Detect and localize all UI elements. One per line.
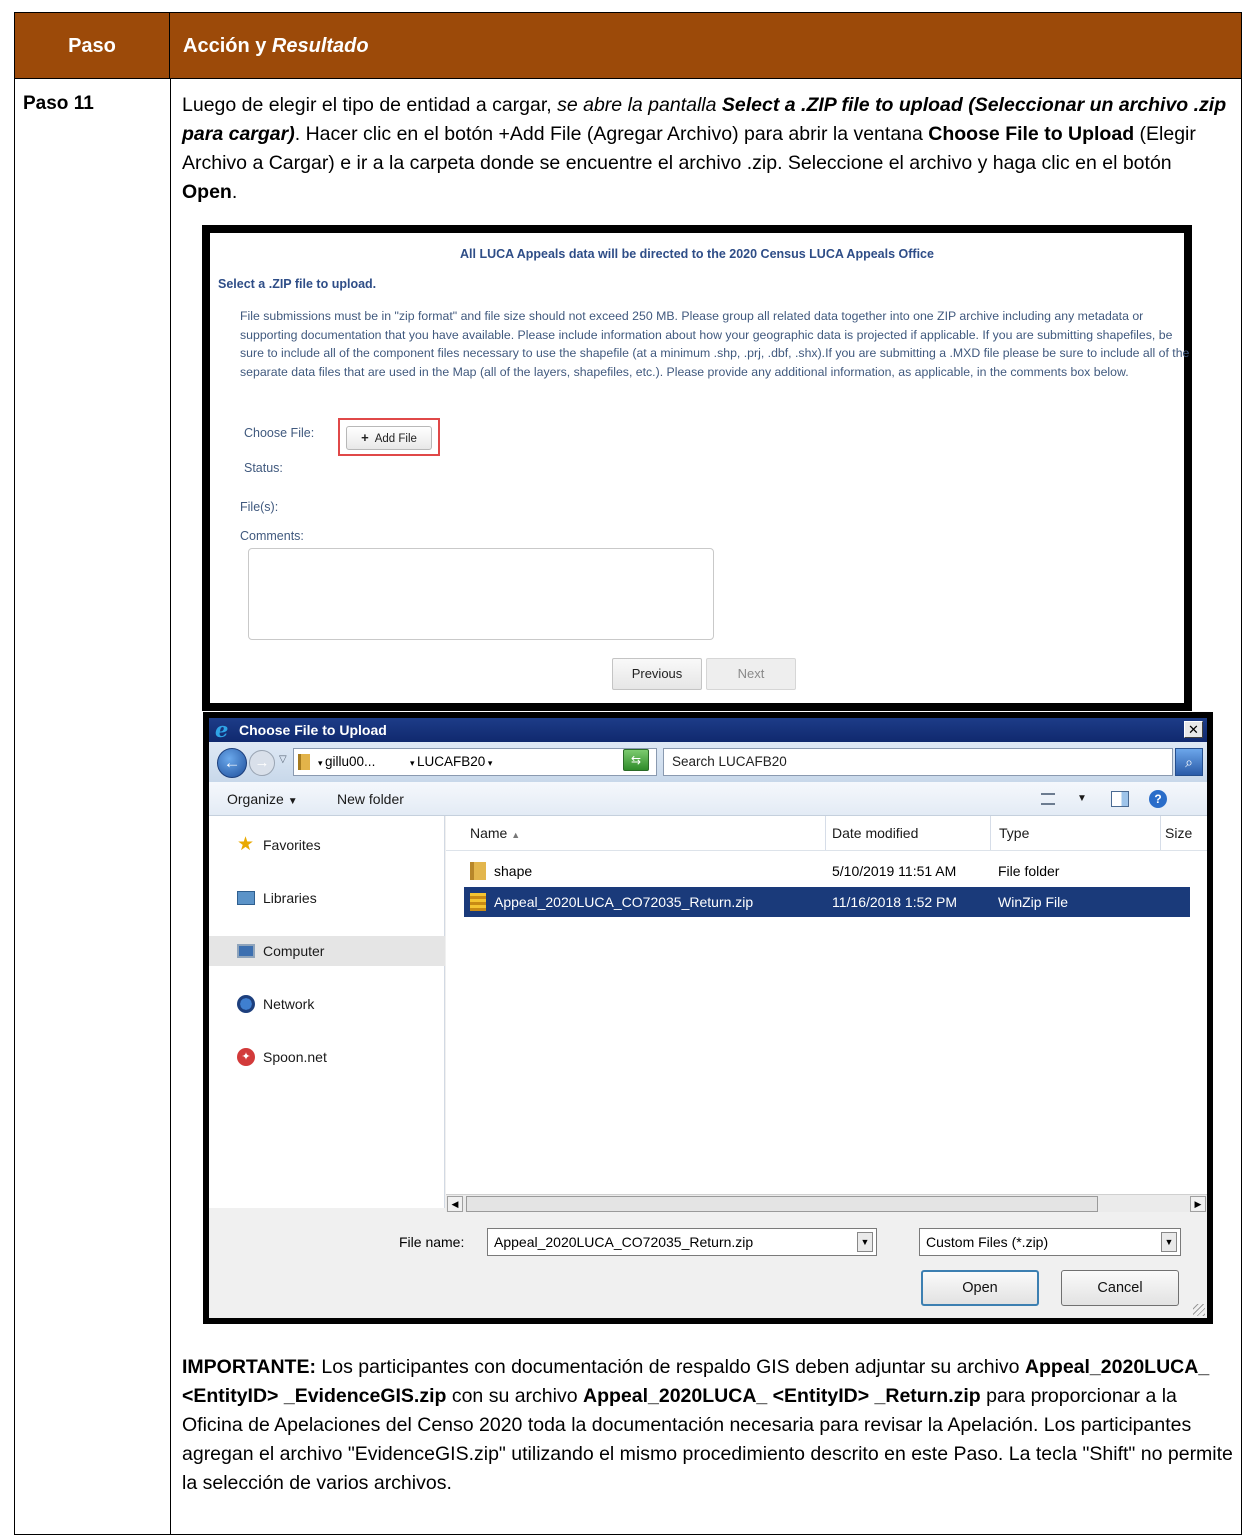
preview-pane-icon[interactable] <box>1111 791 1129 807</box>
new-folder-button[interactable]: New folder <box>337 782 404 816</box>
plus-icon: + <box>361 430 369 445</box>
table-row[interactable]: Appeal_2020LUCA_CO72035_Return.zip 11/16… <box>464 887 1190 917</box>
file-type-select[interactable]: Custom Files (*.zip) ▼ <box>919 1228 1181 1256</box>
file-name-label: File name: <box>399 1234 465 1250</box>
star-icon: ★ <box>237 834 255 855</box>
table-row[interactable]: shape 5/10/2019 11:51 AM File folder <box>464 856 1190 886</box>
header-divider <box>446 850 1207 851</box>
scroll-right-icon[interactable]: ▶ <box>1190 1196 1206 1212</box>
breadcrumb[interactable]: ▾ gillu00... ▾ LUCAFB20 ▾ <box>293 748 657 776</box>
choose-file-label: Choose File: <box>244 426 315 440</box>
column-header-size[interactable]: Size <box>1161 816 1207 850</box>
sidebar-item-spoon[interactable]: ✦ Spoon.net <box>209 1042 445 1072</box>
back-button[interactable]: ← <box>217 748 247 778</box>
sidebar-item-computer[interactable]: Computer <box>209 936 445 966</box>
libraries-icon <box>237 891 255 905</box>
horizontal-scrollbar[interactable]: ◀ ▶ <box>446 1194 1207 1212</box>
navigation-pane: ★ Favorites Libraries Computer Network ✦… <box>209 816 445 1208</box>
header-action: Acción y Resultado <box>183 35 369 57</box>
breadcrumb-item[interactable]: ▾ gillu00... <box>318 749 375 776</box>
scroll-left-icon[interactable]: ◀ <box>447 1196 463 1212</box>
file-dialog-screenshot: e Choose File to Upload ✕ ← → ▽ ▾ gillu0… <box>203 712 1213 1324</box>
next-button[interactable]: Next <box>706 658 796 690</box>
spoon-icon: ✦ <box>237 1048 255 1066</box>
comments-textarea[interactable] <box>248 548 714 640</box>
organize-menu[interactable]: Organize ▼ <box>227 782 298 819</box>
chevron-down-icon[interactable]: ▼ <box>857 1232 873 1252</box>
step-label: Paso 11 <box>23 93 94 114</box>
zip-file-icon <box>470 893 486 911</box>
sidebar-item-network[interactable]: Network <box>209 989 445 1019</box>
add-file-button[interactable]: + Add File <box>346 426 432 450</box>
column-header-date[interactable]: Date modified <box>826 816 991 850</box>
file-name-input[interactable]: Appeal_2020LUCA_CO72035_Return.zip ▼ <box>487 1228 877 1256</box>
appeals-banner: All LUCA Appeals data will be directed t… <box>460 247 934 261</box>
status-label: Status: <box>244 461 283 475</box>
add-file-highlight: + Add File <box>338 418 440 456</box>
refresh-icon[interactable]: ⇆ <box>623 749 649 771</box>
open-button[interactable]: Open <box>921 1270 1039 1306</box>
upload-instructions: File submissions must be in "zip format"… <box>240 309 1190 379</box>
table-header: Paso Acción y Resultado <box>15 13 1241 79</box>
forward-button[interactable]: → <box>249 750 275 776</box>
chevron-down-icon[interactable]: ▼ <box>1161 1232 1177 1252</box>
resize-grip[interactable] <box>1193 1304 1205 1316</box>
folder-icon <box>298 754 310 770</box>
chevron-down-icon[interactable]: ▼ <box>1077 782 1087 816</box>
help-icon[interactable]: ? <box>1149 790 1167 808</box>
views-icon[interactable] <box>1041 793 1055 805</box>
files-label: File(s): <box>240 500 279 514</box>
column-header-name[interactable]: Name ▲ <box>446 816 826 850</box>
column-header-type[interactable]: Type <box>991 816 1161 850</box>
network-icon <box>237 995 255 1013</box>
previous-button[interactable]: Previous <box>612 658 702 690</box>
dialog-footer: File name: Appeal_2020LUCA_CO72035_Retur… <box>209 1212 1207 1318</box>
sidebar-item-libraries[interactable]: Libraries <box>209 883 445 913</box>
search-input[interactable]: Search LUCAFB20 <box>663 748 1173 776</box>
file-list: Name ▲ Date modified Type Size shape 5/1… <box>446 816 1207 1208</box>
upload-title: Select a .ZIP file to upload. <box>218 277 377 291</box>
ie-icon: e <box>215 717 229 742</box>
upload-page-screenshot: All LUCA Appeals data will be directed t… <box>202 225 1192 711</box>
column-divider <box>170 79 171 1534</box>
important-note: IMPORTANTE: Los participantes con docume… <box>182 1356 1233 1494</box>
folder-icon <box>470 862 486 880</box>
sidebar-item-favorites[interactable]: ★ Favorites <box>209 830 445 860</box>
header-step: Paso <box>15 13 170 79</box>
address-bar: ← → ▽ ▾ gillu00... ▾ LUCAFB20 ▾ ⇆ Search… <box>209 742 1207 782</box>
history-dropdown-icon[interactable]: ▽ <box>279 754 287 765</box>
computer-icon <box>237 944 255 958</box>
step-instructions: Luego de elegir el tipo de entidad a car… <box>182 94 1227 203</box>
command-bar: Organize ▼ New folder ▼ ? <box>209 782 1207 816</box>
close-button[interactable]: ✕ <box>1184 721 1203 738</box>
dialog-title: Choose File to Upload <box>239 722 387 738</box>
comments-label: Comments: <box>240 529 304 543</box>
search-icon[interactable]: ⌕ <box>1175 748 1203 776</box>
breadcrumb-item[interactable]: ▾ LUCAFB20 ▾ <box>410 749 492 776</box>
dialog-titlebar: e Choose File to Upload ✕ <box>209 718 1207 742</box>
cancel-button[interactable]: Cancel <box>1061 1270 1179 1306</box>
scroll-thumb[interactable] <box>466 1196 1098 1212</box>
